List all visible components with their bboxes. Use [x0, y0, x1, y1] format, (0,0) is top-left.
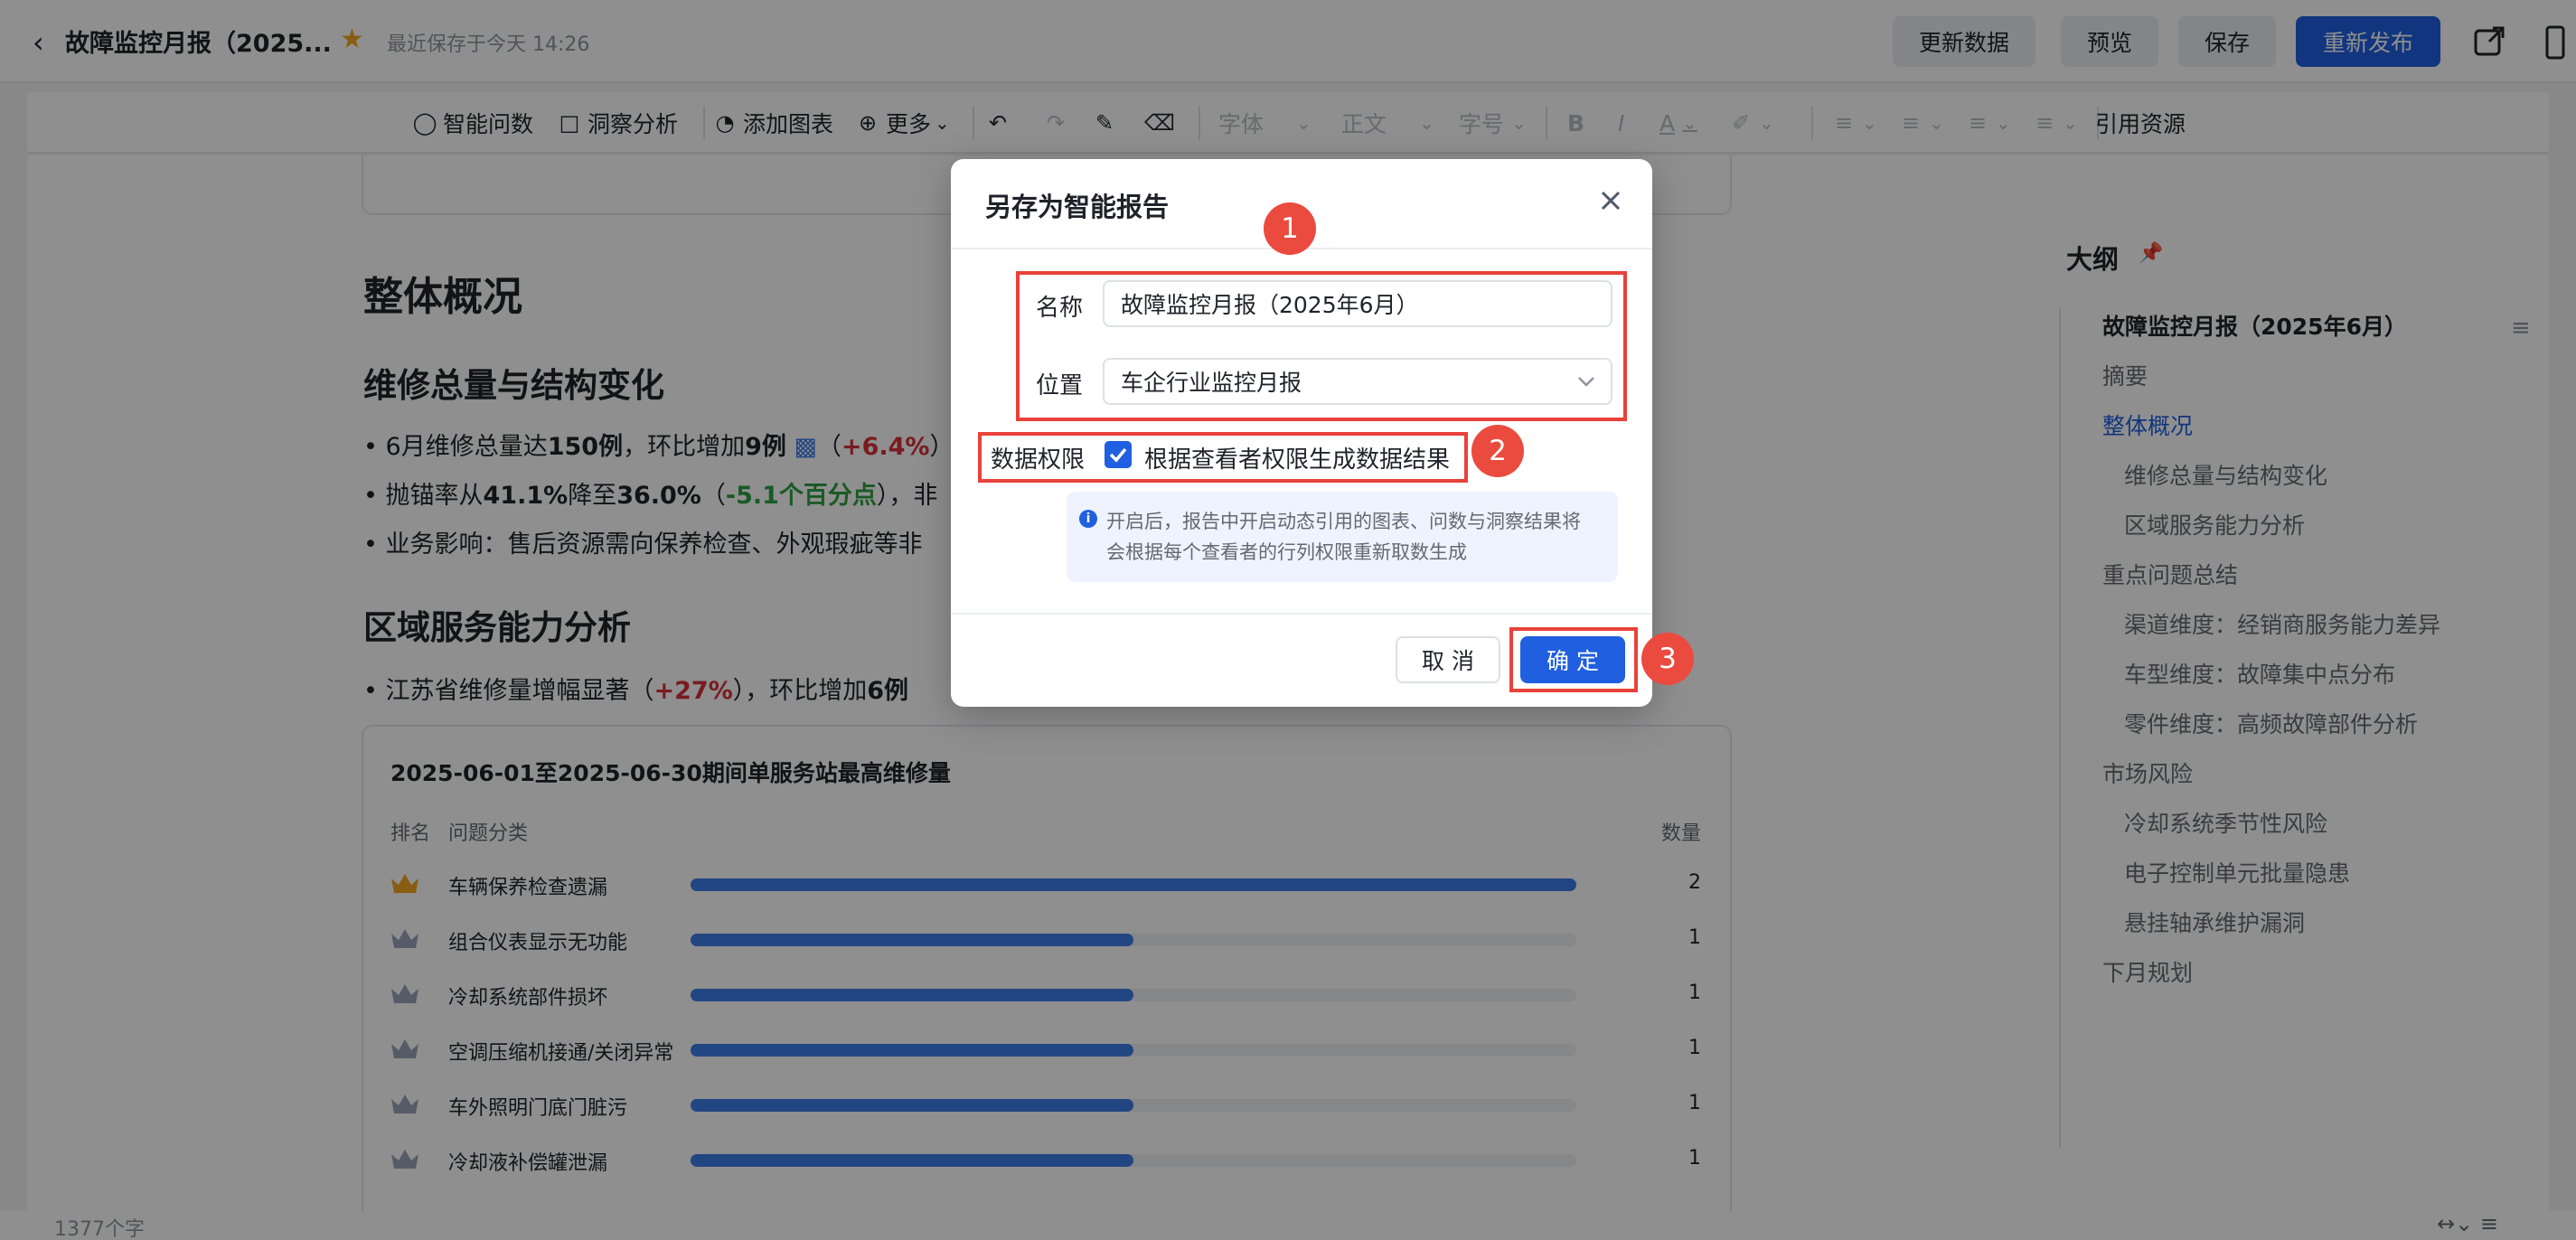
info-text: 开启后，报告中开启动态引用的图表、问数与洞察结果将 会根据每个查看者的行列权限重… [1106, 511, 1581, 563]
annotation-box-3 [1509, 627, 1638, 692]
annotation-badge-3: 3 [1641, 633, 1694, 685]
annotation-badge-2: 2 [1471, 425, 1524, 477]
cancel-button[interactable]: 取 消 [1396, 636, 1500, 683]
info-box: i 开启后，报告中开启动态引用的图表、问数与洞察结果将 会根据每个查看者的行列权… [1067, 492, 1618, 582]
dialog-title: 另存为智能报告 [985, 192, 1170, 222]
divider [951, 613, 1652, 615]
annotation-box-2 [978, 432, 1468, 483]
close-icon[interactable] [1596, 186, 1625, 215]
info-icon: i [1079, 510, 1097, 528]
annotation-box-1 [1016, 271, 1627, 421]
annotation-badge-1: 1 [1264, 202, 1316, 255]
